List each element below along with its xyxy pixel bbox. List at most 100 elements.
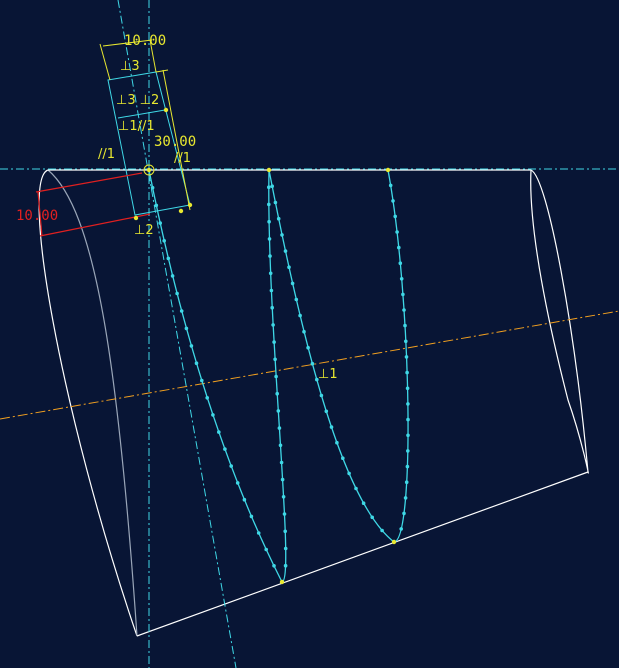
curve-point[interactable] bbox=[361, 501, 366, 506]
key-point[interactable] bbox=[187, 202, 193, 208]
curve-point[interactable] bbox=[404, 480, 409, 485]
curve-point[interactable] bbox=[274, 374, 278, 379]
curve-point[interactable] bbox=[310, 361, 315, 366]
curve-point[interactable] bbox=[280, 477, 285, 482]
curve-point[interactable] bbox=[406, 433, 410, 438]
curve-point[interactable] bbox=[211, 413, 215, 417]
curve-point[interactable] bbox=[405, 370, 409, 375]
curve-point[interactable] bbox=[398, 261, 403, 266]
curve-point[interactable] bbox=[277, 426, 282, 430]
curve-point[interactable] bbox=[401, 292, 405, 297]
curve-point[interactable] bbox=[267, 202, 271, 207]
curve-point[interactable] bbox=[399, 277, 404, 281]
curve-point[interactable] bbox=[276, 216, 281, 221]
curve-point[interactable] bbox=[235, 481, 240, 485]
curve-point[interactable] bbox=[403, 323, 407, 328]
curve-point[interactable] bbox=[200, 378, 204, 383]
key-point[interactable] bbox=[133, 215, 139, 221]
curve-point[interactable] bbox=[217, 430, 221, 434]
curve-point[interactable] bbox=[406, 449, 410, 453]
curve-point[interactable] bbox=[329, 425, 334, 429]
dimension-label-top[interactable]: 10.00 bbox=[124, 33, 166, 49]
curve-point[interactable] bbox=[272, 564, 276, 568]
key-point[interactable] bbox=[385, 167, 391, 173]
curve-point[interactable] bbox=[158, 221, 162, 225]
curve-point[interactable] bbox=[283, 546, 288, 551]
curve-point[interactable] bbox=[270, 305, 275, 310]
curve-point[interactable] bbox=[270, 184, 275, 188]
curve-point[interactable] bbox=[341, 456, 345, 461]
curve-point[interactable] bbox=[166, 256, 171, 261]
curve-point[interactable] bbox=[273, 357, 277, 362]
sketch-canvas[interactable]: 10.00 30.00 10.00 ⊥3 ⊥3 ⊥2 ⊥1//1 //1 //1… bbox=[0, 0, 619, 668]
curve-point[interactable] bbox=[184, 326, 189, 331]
curve-point[interactable] bbox=[395, 230, 399, 234]
curve-point[interactable] bbox=[405, 464, 410, 469]
curve-point[interactable] bbox=[279, 460, 284, 465]
curve-point[interactable] bbox=[276, 409, 281, 413]
curve-point[interactable] bbox=[403, 496, 408, 500]
curve-point[interactable] bbox=[256, 531, 261, 535]
curve-point[interactable] bbox=[189, 344, 194, 348]
curve-point[interactable] bbox=[280, 233, 284, 237]
curve-point[interactable] bbox=[290, 281, 295, 286]
curve-point[interactable] bbox=[406, 417, 410, 422]
curve-point[interactable] bbox=[294, 297, 299, 302]
curve-point[interactable] bbox=[283, 529, 288, 534]
curve-point[interactable] bbox=[242, 497, 247, 502]
curve-point[interactable] bbox=[278, 443, 283, 448]
curve-point[interactable] bbox=[154, 203, 159, 208]
curve-point[interactable] bbox=[306, 345, 310, 350]
curve-point[interactable] bbox=[404, 355, 409, 359]
curve-point[interactable] bbox=[268, 271, 273, 276]
curve-point[interactable] bbox=[406, 402, 410, 406]
key-point[interactable] bbox=[178, 208, 184, 214]
curve-point[interactable] bbox=[354, 486, 358, 491]
key-point[interactable] bbox=[279, 579, 285, 585]
curve-point[interactable] bbox=[388, 183, 393, 188]
curve-point[interactable] bbox=[347, 471, 351, 476]
curve-point[interactable] bbox=[267, 237, 272, 241]
key-point[interactable] bbox=[163, 107, 169, 113]
curve-point[interactable] bbox=[275, 391, 280, 396]
key-point[interactable] bbox=[146, 167, 152, 173]
curve-point[interactable] bbox=[175, 291, 179, 296]
curve-point[interactable] bbox=[223, 447, 227, 451]
curve-point[interactable] bbox=[402, 511, 406, 516]
curve-point[interactable] bbox=[271, 323, 275, 327]
dimension-label-active[interactable]: 10.00 bbox=[16, 208, 58, 224]
curve-point[interactable] bbox=[302, 329, 306, 334]
dimension-label-right[interactable]: 30.00 bbox=[154, 134, 196, 150]
curve-point[interactable] bbox=[269, 288, 274, 293]
curve-point[interactable] bbox=[205, 396, 209, 400]
curve-point[interactable] bbox=[150, 185, 155, 190]
curve-point[interactable] bbox=[283, 563, 288, 568]
curve-point[interactable] bbox=[283, 249, 288, 253]
curve-point[interactable] bbox=[229, 464, 233, 468]
curve-point[interactable] bbox=[281, 495, 286, 499]
curve-point[interactable] bbox=[194, 361, 199, 366]
curve-point[interactable] bbox=[179, 309, 184, 313]
curve-point[interactable] bbox=[402, 308, 406, 312]
curve-point[interactable] bbox=[393, 214, 398, 219]
curve-point[interactable] bbox=[298, 313, 302, 318]
key-point[interactable] bbox=[391, 539, 397, 545]
curve-point[interactable] bbox=[267, 219, 271, 224]
curve-point[interactable] bbox=[267, 185, 271, 189]
curve-point[interactable] bbox=[273, 200, 278, 205]
curve-point[interactable] bbox=[170, 274, 175, 278]
key-point[interactable] bbox=[266, 167, 272, 173]
curve-point[interactable] bbox=[268, 254, 272, 258]
curve-point[interactable] bbox=[370, 515, 375, 520]
curve-point[interactable] bbox=[335, 440, 339, 445]
curve-point[interactable] bbox=[249, 514, 254, 519]
curve-point[interactable] bbox=[399, 527, 404, 531]
curve-point[interactable] bbox=[324, 409, 329, 414]
curve-point[interactable] bbox=[282, 512, 287, 516]
curve-point[interactable] bbox=[405, 386, 410, 391]
curve-point[interactable] bbox=[380, 528, 384, 533]
curve-point[interactable] bbox=[397, 245, 401, 250]
curve-point[interactable] bbox=[272, 340, 276, 344]
curve-point[interactable] bbox=[319, 393, 324, 398]
curve-point[interactable] bbox=[162, 239, 166, 243]
